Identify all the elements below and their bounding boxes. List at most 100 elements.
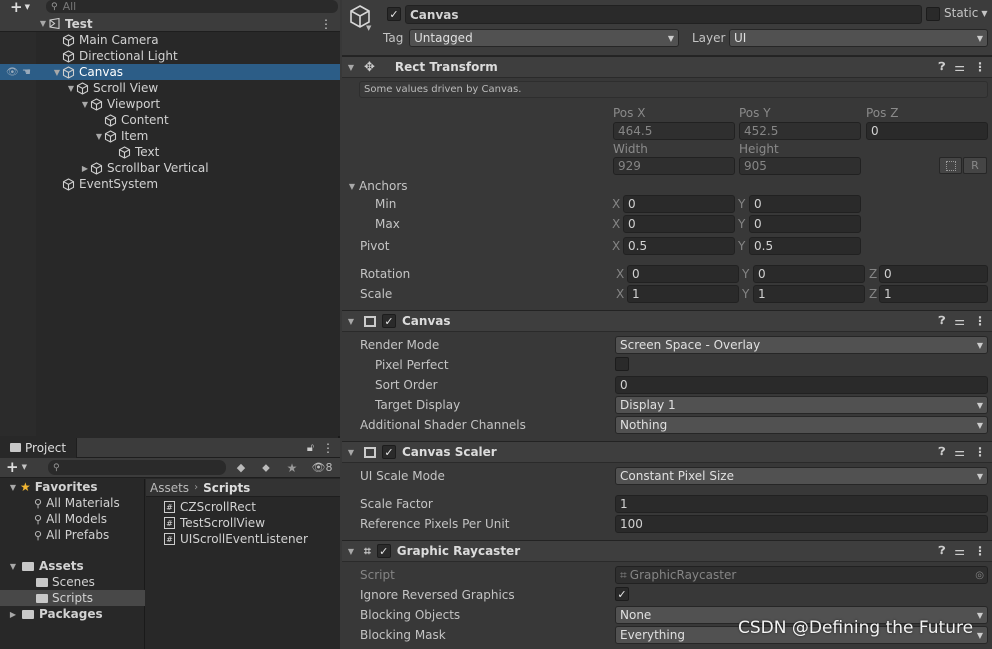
help-icon[interactable]: ❓︎ bbox=[939, 445, 946, 459]
ignore-reversed-checkbox[interactable]: ✓ bbox=[615, 587, 629, 601]
hierarchy-item[interactable]: Main Camera bbox=[0, 32, 340, 48]
blueprint-mode-button[interactable] bbox=[939, 157, 962, 174]
project-add-button[interactable]: + ▼ bbox=[6, 458, 27, 476]
pivot-x-field[interactable]: 0.5 bbox=[623, 237, 735, 255]
favorite-star-icon[interactable]: ★ bbox=[281, 459, 303, 476]
raw-edit-button[interactable]: R bbox=[963, 157, 987, 174]
favorite-item[interactable]: ⚲ All Materials bbox=[34, 495, 120, 511]
hierarchy-item[interactable]: Directional Light bbox=[0, 48, 340, 64]
tab-project[interactable]: Project bbox=[0, 437, 78, 458]
canvas-scaler-header[interactable]: ▼ ✓ Canvas Scaler ❓︎ ⚌ ⋮ bbox=[342, 441, 992, 463]
rotation-y-field[interactable]: 0 bbox=[753, 265, 865, 283]
packages-header[interactable]: ▶ Packages bbox=[8, 606, 103, 622]
expand-closed-icon[interactable]: ▶ bbox=[80, 164, 90, 173]
breadcrumb-assets[interactable]: Assets bbox=[150, 481, 189, 495]
width-field[interactable]: 929 bbox=[613, 157, 735, 175]
help-icon[interactable]: ❓︎ bbox=[939, 314, 946, 328]
favorite-item[interactable]: ⚲ All Prefabs bbox=[34, 527, 120, 543]
graphic-raycaster-enabled-checkbox[interactable]: ✓ bbox=[376, 544, 391, 558]
hierarchy-item[interactable]: EventSystem bbox=[0, 176, 340, 192]
expand-open-icon[interactable]: ▼ bbox=[52, 68, 62, 77]
height-field[interactable]: 905 bbox=[739, 157, 861, 175]
pivot-y-field[interactable]: 0.5 bbox=[749, 237, 861, 255]
hierarchy-search-input[interactable]: ⚲ All bbox=[46, 0, 338, 13]
ref-pixels-field[interactable]: 100 bbox=[615, 515, 988, 533]
expand-open-icon[interactable]: ▼ bbox=[38, 19, 48, 28]
pos-z-field[interactable]: 0 bbox=[866, 122, 988, 140]
object-name-field[interactable]: Canvas bbox=[405, 5, 922, 24]
anchors-foldout[interactable]: ▼ Anchors bbox=[347, 179, 408, 193]
breadcrumb-scripts[interactable]: Scripts bbox=[203, 481, 250, 495]
kebab-menu-icon[interactable]: ⋮ bbox=[974, 544, 986, 558]
rect-transform-header[interactable]: ▼ ✥ Rect Transform ❓︎ ⚌ ⋮ bbox=[342, 56, 992, 78]
pos-y-field[interactable]: 452.5 bbox=[739, 122, 861, 140]
script-file-item[interactable]: # CZScrollRect bbox=[164, 499, 308, 515]
anchor-min-x-field[interactable]: 0 bbox=[623, 195, 735, 213]
pos-x-field[interactable]: 464.5 bbox=[613, 122, 735, 140]
asset-folder-item[interactable]: Scripts bbox=[0, 590, 145, 606]
assets-header[interactable]: ▼ Assets bbox=[8, 558, 84, 574]
preset-sliders-icon[interactable]: ⚌ bbox=[954, 314, 965, 328]
asset-folder-item[interactable]: Scenes bbox=[0, 574, 145, 590]
scale-factor-field[interactable]: 1 bbox=[615, 495, 988, 513]
project-search-input[interactable]: ⚲ bbox=[48, 460, 226, 475]
render-mode-dropdown[interactable]: Screen Space - Overlay ▼ bbox=[615, 336, 988, 354]
graphic-raycaster-header[interactable]: ▼ ⌗ ✓ Graphic Raycaster ❓︎ ⚌ ⋮ bbox=[342, 540, 992, 562]
rotation-x-field[interactable]: 0 bbox=[627, 265, 739, 283]
script-file-item[interactable]: # TestScrollView bbox=[164, 515, 308, 531]
pixel-perfect-checkbox[interactable] bbox=[615, 357, 629, 371]
filter-by-label-icon[interactable]: ⬥ bbox=[255, 459, 277, 476]
visibility-eye-icon[interactable]: 👁︎ bbox=[6, 67, 19, 78]
hidden-packages-toggle[interactable]: 👁︎ 8 bbox=[306, 459, 338, 476]
help-icon[interactable]: ❓︎ bbox=[939, 544, 946, 558]
hierarchy-item[interactable]: ▶ Scrollbar Vertical bbox=[0, 160, 340, 176]
help-icon[interactable]: ❓︎ bbox=[939, 60, 946, 74]
lock-icon[interactable]: 🔓︎ bbox=[307, 441, 314, 455]
script-field[interactable]: ⌗ GraphicRaycaster ◎ bbox=[615, 566, 988, 584]
active-checkbox[interactable]: ✓ bbox=[387, 7, 401, 21]
sort-order-field[interactable]: 0 bbox=[615, 376, 988, 394]
object-picker-icon[interactable]: ◎ bbox=[975, 570, 984, 581]
preset-sliders-icon[interactable]: ⚌ bbox=[954, 544, 965, 558]
hierarchy-item[interactable]: 👁︎ ☚ ▼ Canvas bbox=[0, 64, 340, 80]
favorites-header[interactable]: ▼ ★ Favorites bbox=[8, 479, 98, 495]
scale-z-field[interactable]: 1 bbox=[879, 285, 988, 303]
layer-dropdown[interactable]: UI ▼ bbox=[729, 29, 988, 47]
anchor-min-y-field[interactable]: 0 bbox=[749, 195, 861, 213]
canvas-component-header[interactable]: ▼ ✓ Canvas ❓︎ ⚌ ⋮ bbox=[342, 310, 992, 332]
anchor-max-x-field[interactable]: 0 bbox=[623, 215, 735, 233]
rotation-z-field[interactable]: 0 bbox=[879, 265, 988, 283]
static-dropdown[interactable]: Static ▼ bbox=[944, 6, 987, 20]
preset-sliders-icon[interactable]: ⚌ bbox=[954, 445, 965, 459]
expand-open-icon[interactable]: ▼ bbox=[66, 84, 76, 93]
favorite-item[interactable]: ⚲ All Models bbox=[34, 511, 120, 527]
kebab-menu-icon[interactable]: ⋮ bbox=[974, 445, 986, 459]
hierarchy-add-button[interactable]: + ▼ bbox=[4, 0, 36, 16]
hierarchy-item[interactable]: ▼ Viewport bbox=[0, 96, 340, 112]
pickable-hand-icon[interactable]: ☚ bbox=[22, 67, 31, 78]
kebab-menu-icon[interactable]: ⋮ bbox=[974, 60, 986, 74]
filter-by-type-icon[interactable]: ◆ bbox=[230, 459, 252, 476]
kebab-menu-icon[interactable]: ⋮ bbox=[322, 441, 334, 455]
hierarchy-item[interactable]: ▼ Test ⋮ bbox=[0, 16, 340, 32]
shader-channels-dropdown[interactable]: Nothing ▼ bbox=[615, 416, 988, 434]
hierarchy-item[interactable]: ▼ Scroll View bbox=[0, 80, 340, 96]
canvas-scaler-enabled-checkbox[interactable]: ✓ bbox=[382, 445, 396, 459]
scale-x-field[interactable]: 1 bbox=[627, 285, 739, 303]
preset-sliders-icon[interactable]: ⚌ bbox=[954, 60, 965, 74]
static-checkbox[interactable] bbox=[926, 7, 940, 21]
scale-y-field[interactable]: 1 bbox=[753, 285, 865, 303]
anchor-max-y-field[interactable]: 0 bbox=[749, 215, 861, 233]
hierarchy-item[interactable]: Content bbox=[0, 112, 340, 128]
expand-open-icon[interactable]: ▼ bbox=[80, 100, 90, 109]
tag-dropdown[interactable]: Untagged ▼ bbox=[409, 29, 679, 47]
script-file-item[interactable]: # UIScrollEventListener bbox=[164, 531, 308, 547]
hierarchy-item[interactable]: ▼ Item bbox=[0, 128, 340, 144]
hierarchy-item[interactable]: Text bbox=[0, 144, 340, 160]
expand-open-icon[interactable]: ▼ bbox=[94, 132, 104, 141]
target-display-dropdown[interactable]: Display 1 ▼ bbox=[615, 396, 988, 414]
kebab-menu-icon[interactable]: ⋮ bbox=[974, 314, 986, 328]
ui-scale-mode-dropdown[interactable]: Constant Pixel Size ▼ bbox=[615, 467, 988, 485]
kebab-menu-icon[interactable]: ⋮ bbox=[320, 17, 332, 31]
canvas-enabled-checkbox[interactable]: ✓ bbox=[382, 314, 396, 328]
